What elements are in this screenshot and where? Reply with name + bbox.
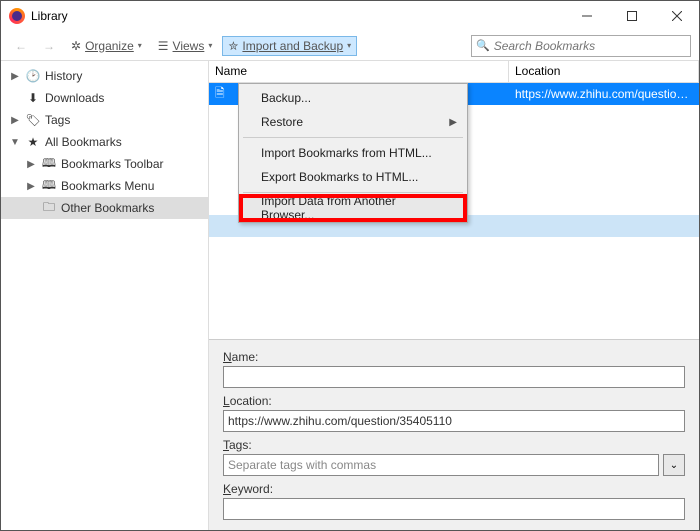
folder-icon: 🕮	[41, 178, 57, 194]
menu-import-html[interactable]: Import Bookmarks from HTML...	[241, 141, 465, 165]
chevron-down-icon: ⌄	[670, 460, 678, 471]
menu-separator	[243, 137, 463, 138]
list-icon: ☰	[158, 39, 169, 53]
download-icon: ⬇	[25, 90, 41, 106]
menu-export-html[interactable]: Export Bookmarks to HTML...	[241, 165, 465, 189]
sidebar-item-all-bookmarks[interactable]: ▼★All Bookmarks	[1, 131, 208, 153]
tags-label: Tags:	[223, 438, 685, 452]
sidebar-item-label: Other Bookmarks	[61, 201, 154, 215]
minimize-button[interactable]	[564, 1, 609, 31]
folder-icon: 🗀	[41, 200, 57, 216]
organize-button[interactable]: ✲ Organize▾	[65, 36, 148, 56]
import-backup-menu: Backup... Restore▶ Import Bookmarks from…	[238, 83, 468, 223]
main-panel: Name Location 🗎 https://www.zhihu.com/qu…	[209, 61, 699, 530]
sidebar-item-bookmarks-toolbar[interactable]: ▶🕮Bookmarks Toolbar	[1, 153, 208, 175]
window-title: Library	[31, 9, 564, 23]
views-button[interactable]: ☰ Views▾	[152, 36, 219, 56]
menu-import-browser[interactable]: Import Data from Another Browser...	[241, 196, 465, 220]
titlebar: Library	[1, 1, 699, 31]
menu-backup[interactable]: Backup...	[241, 86, 465, 110]
location-input[interactable]: https://www.zhihu.com/question/35405110	[223, 410, 685, 432]
sidebar-item-label: Bookmarks Menu	[61, 179, 154, 193]
column-name[interactable]: Name	[209, 61, 509, 82]
sidebar-item-history[interactable]: ▶🕑History	[1, 65, 208, 87]
search-icon: 🔍	[476, 39, 490, 52]
gear-icon: ✲	[71, 39, 81, 53]
library-window: Library ← → ✲ Organize▾ ☰ Views▾ ✮ Impor…	[0, 0, 700, 531]
name-input[interactable]	[223, 366, 685, 388]
star-icon: ★	[25, 134, 41, 150]
chevron-right-icon: ▶	[449, 117, 457, 128]
firefox-icon	[9, 8, 25, 24]
sidebar-item-bookmarks-menu[interactable]: ▶🕮Bookmarks Menu	[1, 175, 208, 197]
page-icon: 🗎	[215, 84, 225, 105]
keyword-label: Keyword:	[223, 482, 685, 496]
forward-button[interactable]: →	[37, 36, 61, 56]
sidebar-item-other-bookmarks[interactable]: 🗀 Other Bookmarks	[1, 197, 208, 219]
row-location: https://www.zhihu.com/question/35...	[509, 87, 699, 101]
search-input[interactable]	[494, 39, 686, 53]
back-button[interactable]: ←	[9, 36, 33, 56]
location-label: Location:	[223, 394, 685, 408]
star-icon: ✮	[228, 39, 238, 53]
column-location[interactable]: Location	[509, 61, 699, 82]
column-headers: Name Location	[209, 61, 699, 83]
clock-icon: 🕑	[25, 68, 41, 84]
details-pane: Name: Location: https://www.zhihu.com/qu…	[209, 339, 699, 530]
menu-restore[interactable]: Restore▶	[241, 110, 465, 134]
folder-icon: 🕮	[41, 156, 57, 172]
sidebar-item-label: Bookmarks Toolbar	[61, 157, 164, 171]
maximize-button[interactable]	[609, 1, 654, 31]
sidebar-item-label: History	[45, 69, 82, 83]
sidebar: ▶🕑History ⬇Downloads ▶🏷Tags ▼★All Bookma…	[1, 61, 209, 530]
name-label: Name:	[223, 350, 685, 364]
sidebar-item-label: Tags	[45, 113, 70, 127]
tags-input[interactable]: Separate tags with commas	[223, 454, 659, 476]
sidebar-item-label: Downloads	[45, 91, 104, 105]
toolbar: ← → ✲ Organize▾ ☰ Views▾ ✮ Import and Ba…	[1, 31, 699, 61]
sidebar-item-downloads[interactable]: ⬇ Downloads	[1, 87, 208, 109]
menu-separator	[243, 192, 463, 193]
sidebar-item-label: All Bookmarks	[45, 135, 122, 149]
sidebar-item-tags[interactable]: ▶🏷Tags	[1, 109, 208, 131]
close-button[interactable]	[654, 1, 699, 31]
import-backup-button[interactable]: ✮ Import and Backup▾	[222, 36, 357, 56]
tags-dropdown-button[interactable]: ⌄	[663, 454, 685, 476]
search-box[interactable]: 🔍	[471, 35, 691, 57]
tag-icon: 🏷	[25, 112, 41, 128]
keyword-input[interactable]	[223, 498, 685, 520]
